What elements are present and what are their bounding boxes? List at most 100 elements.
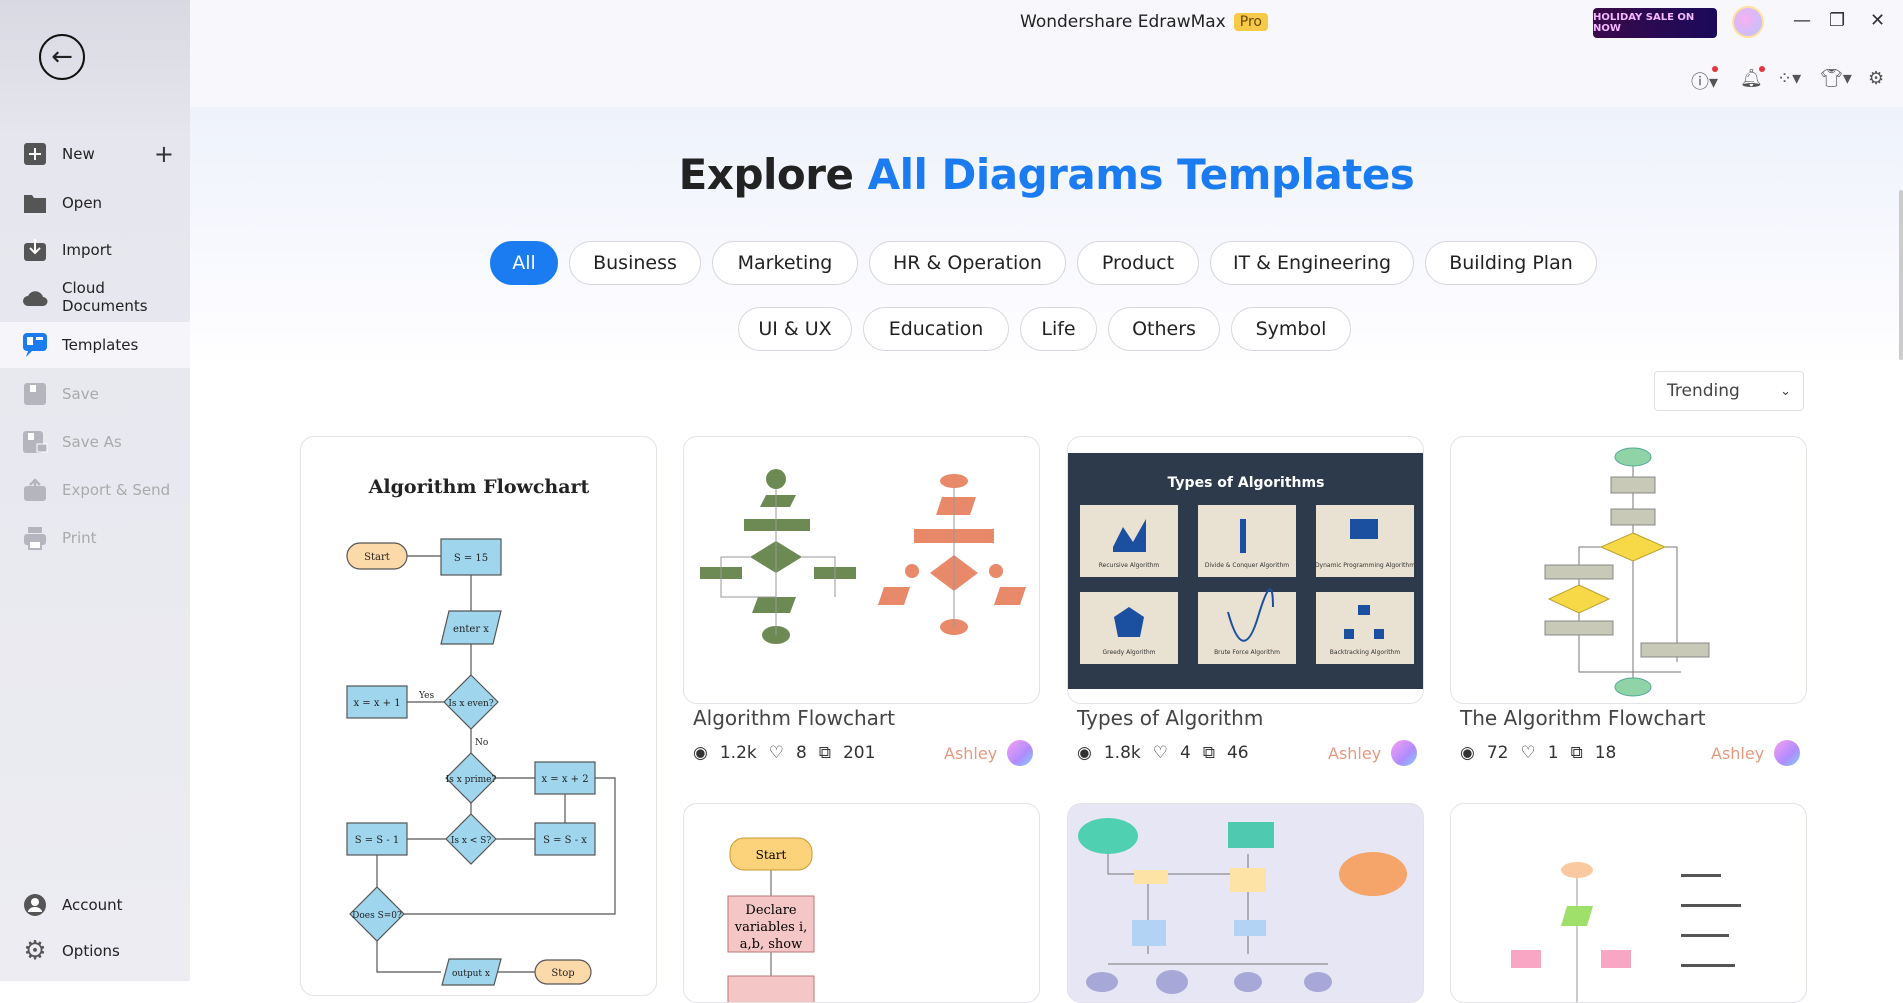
sidebar-item-new[interactable]: New + — [0, 131, 190, 177]
thumbnail-types-of-algorithms: Types of Algorithms Recursive Algorithm … — [1068, 453, 1423, 689]
svg-text:Recursive Algorithm: Recursive Algorithm — [1099, 562, 1160, 569]
svg-text:No: No — [475, 738, 488, 748]
sidebar-item-label: Templates — [62, 336, 139, 354]
sidebar-item-import[interactable]: Import — [0, 227, 190, 273]
sidebar-item-cloud-documents[interactable]: Cloud Documents — [0, 274, 190, 320]
user-avatar[interactable] — [1732, 6, 1764, 38]
chevron-down-icon: ⌄ — [1780, 383, 1791, 399]
card-title[interactable]: Algorithm Flowchart — [693, 706, 895, 730]
svg-text:Start: Start — [756, 848, 787, 862]
category-others[interactable]: Others — [1108, 307, 1220, 351]
theme-shirt-icon[interactable]: 👕︎▾ — [1820, 68, 1852, 89]
sidebar-item-account[interactable]: Account — [0, 882, 190, 928]
save-icon — [22, 382, 48, 406]
card-stats: ◉ 1.2k ♡ 8 ⧉ 201 — [693, 743, 876, 763]
category-life[interactable]: Life — [1020, 307, 1097, 351]
svg-text:Start: Start — [364, 552, 390, 563]
minimize-button[interactable]: — — [1793, 10, 1811, 31]
app-title: Wondershare EdrawMax Pro — [1020, 12, 1268, 32]
category-ui-ux[interactable]: UI & UX — [738, 307, 852, 351]
export-icon — [22, 478, 48, 502]
category-education[interactable]: Education — [863, 307, 1009, 351]
sidebar-item-open[interactable]: Open — [0, 180, 190, 226]
card-stats: ◉ 72 ♡ 1 ⧉ 18 — [1460, 743, 1617, 763]
restore-button[interactable]: ❐ — [1829, 10, 1845, 31]
template-card[interactable]: Start Declare variables i, a,b, show — [683, 803, 1040, 1003]
scrollbar[interactable] — [1899, 190, 1903, 360]
sidebar-item-options[interactable]: ⚙ Options — [0, 928, 190, 974]
holiday-sale-banner[interactable]: HOLIDAY SALE ON NOW — [1593, 8, 1717, 38]
import-icon — [22, 238, 48, 262]
svg-text:S = 15: S = 15 — [454, 553, 488, 564]
template-card[interactable]: Types of Algorithms Recursive Algorithm … — [1067, 436, 1424, 704]
folder-icon — [22, 191, 48, 215]
category-symbol[interactable]: Symbol — [1231, 307, 1351, 351]
apps-icon[interactable]: ⁘▾ — [1777, 68, 1801, 89]
gear-icon: ⚙ — [23, 936, 47, 966]
page-title: Explore All Diagrams Templates — [678, 150, 1415, 199]
back-button[interactable]: ← — [39, 34, 85, 80]
eye-icon: ◉ — [1460, 743, 1475, 763]
thumbnail-process-flowchart — [1078, 818, 1407, 994]
sort-dropdown[interactable]: Trending ⌄ — [1654, 371, 1804, 411]
save-as-icon — [22, 430, 48, 454]
plus-icon[interactable]: + — [154, 140, 174, 168]
output-label: output x — [452, 969, 490, 979]
pro-badge: Pro — [1233, 13, 1268, 31]
svg-text:Types of Algorithms: Types of Algorithms — [1168, 475, 1325, 491]
sidebar-item-save[interactable]: Save — [0, 371, 190, 417]
sidebar-item-label: New — [62, 145, 95, 163]
author-avatar — [1391, 740, 1418, 766]
svg-text:Is x < S?: Is x < S? — [451, 836, 492, 846]
svg-text:Greedy Algorithm: Greedy Algorithm — [1102, 649, 1155, 656]
template-card[interactable]: Algorithm Flowchart Start S = 15 enter x… — [300, 436, 657, 996]
sidebar-item-label: Import — [62, 241, 112, 259]
svg-text:Yes: Yes — [418, 691, 434, 701]
template-card[interactable] — [1450, 436, 1807, 704]
svg-text:Declare: Declare — [745, 903, 797, 918]
card-author[interactable]: Ashley — [1711, 740, 1801, 766]
sidebar-item-templates[interactable]: Templates — [0, 322, 190, 368]
card-title[interactable]: The Algorithm Flowchart — [1460, 706, 1706, 730]
category-business[interactable]: Business — [569, 241, 701, 285]
svg-text:x = x + 2: x = x + 2 — [541, 774, 588, 785]
eye-icon: ◉ — [1077, 743, 1092, 763]
cloud-icon — [22, 285, 48, 309]
thumbnail-algorithm-flowchart: Algorithm Flowchart Start S = 15 enter x… — [346, 476, 616, 986]
svg-text:Backtracking Algorithm: Backtracking Algorithm — [1330, 649, 1401, 656]
sidebar-item-export-send[interactable]: Export & Send — [0, 467, 190, 513]
close-button[interactable]: ✕ — [1870, 10, 1885, 31]
template-card[interactable] — [1067, 803, 1424, 1003]
card-author[interactable]: Ashley — [1328, 740, 1418, 766]
sidebar-item-label: Cloud Documents — [62, 279, 148, 315]
template-card[interactable] — [1450, 803, 1807, 1003]
category-it-engineering[interactable]: IT & Engineering — [1210, 241, 1414, 285]
sidebar-item-label: Save — [62, 385, 99, 403]
card-title[interactable]: Types of Algorithm — [1077, 706, 1263, 730]
category-marketing[interactable]: Marketing — [712, 241, 858, 285]
category-building-plan[interactable]: Building Plan — [1425, 241, 1597, 285]
card-stats: ◉ 1.8k ♡ 4 ⧉ 46 — [1077, 743, 1249, 763]
sidebar-item-save-as[interactable]: Save As — [0, 419, 190, 465]
sidebar-item-label: Options — [62, 942, 120, 960]
thumbnail-declare-flowchart: Start Declare variables i, a,b, show — [727, 837, 815, 1002]
template-card[interactable] — [683, 436, 1040, 704]
category-all[interactable]: All — [490, 241, 558, 285]
settings-icon[interactable]: ⚙ — [1868, 68, 1884, 89]
author-avatar — [1007, 740, 1034, 766]
account-icon — [22, 893, 48, 917]
svg-text:Is x prime?: Is x prime? — [446, 775, 497, 785]
category-product[interactable]: Product — [1077, 241, 1199, 285]
app-name: Wondershare EdrawMax — [1020, 12, 1226, 32]
thumbnail-algorithm-flowchart-2 — [700, 469, 1026, 644]
card-author[interactable]: Ashley — [944, 740, 1034, 766]
category-hr-operation[interactable]: HR & Operation — [869, 241, 1066, 285]
svg-text:S = S - x: S = S - x — [543, 835, 587, 846]
svg-text:x = x + 1: x = x + 1 — [353, 698, 400, 709]
svg-text:Algorithm Flowchart: Algorithm Flowchart — [368, 476, 590, 498]
notification-dot — [1759, 66, 1765, 72]
author-avatar — [1774, 740, 1801, 766]
sidebar-item-label: Open — [62, 194, 103, 212]
heart-icon: ♡ — [768, 743, 784, 763]
sidebar-item-print[interactable]: Print — [0, 515, 190, 561]
